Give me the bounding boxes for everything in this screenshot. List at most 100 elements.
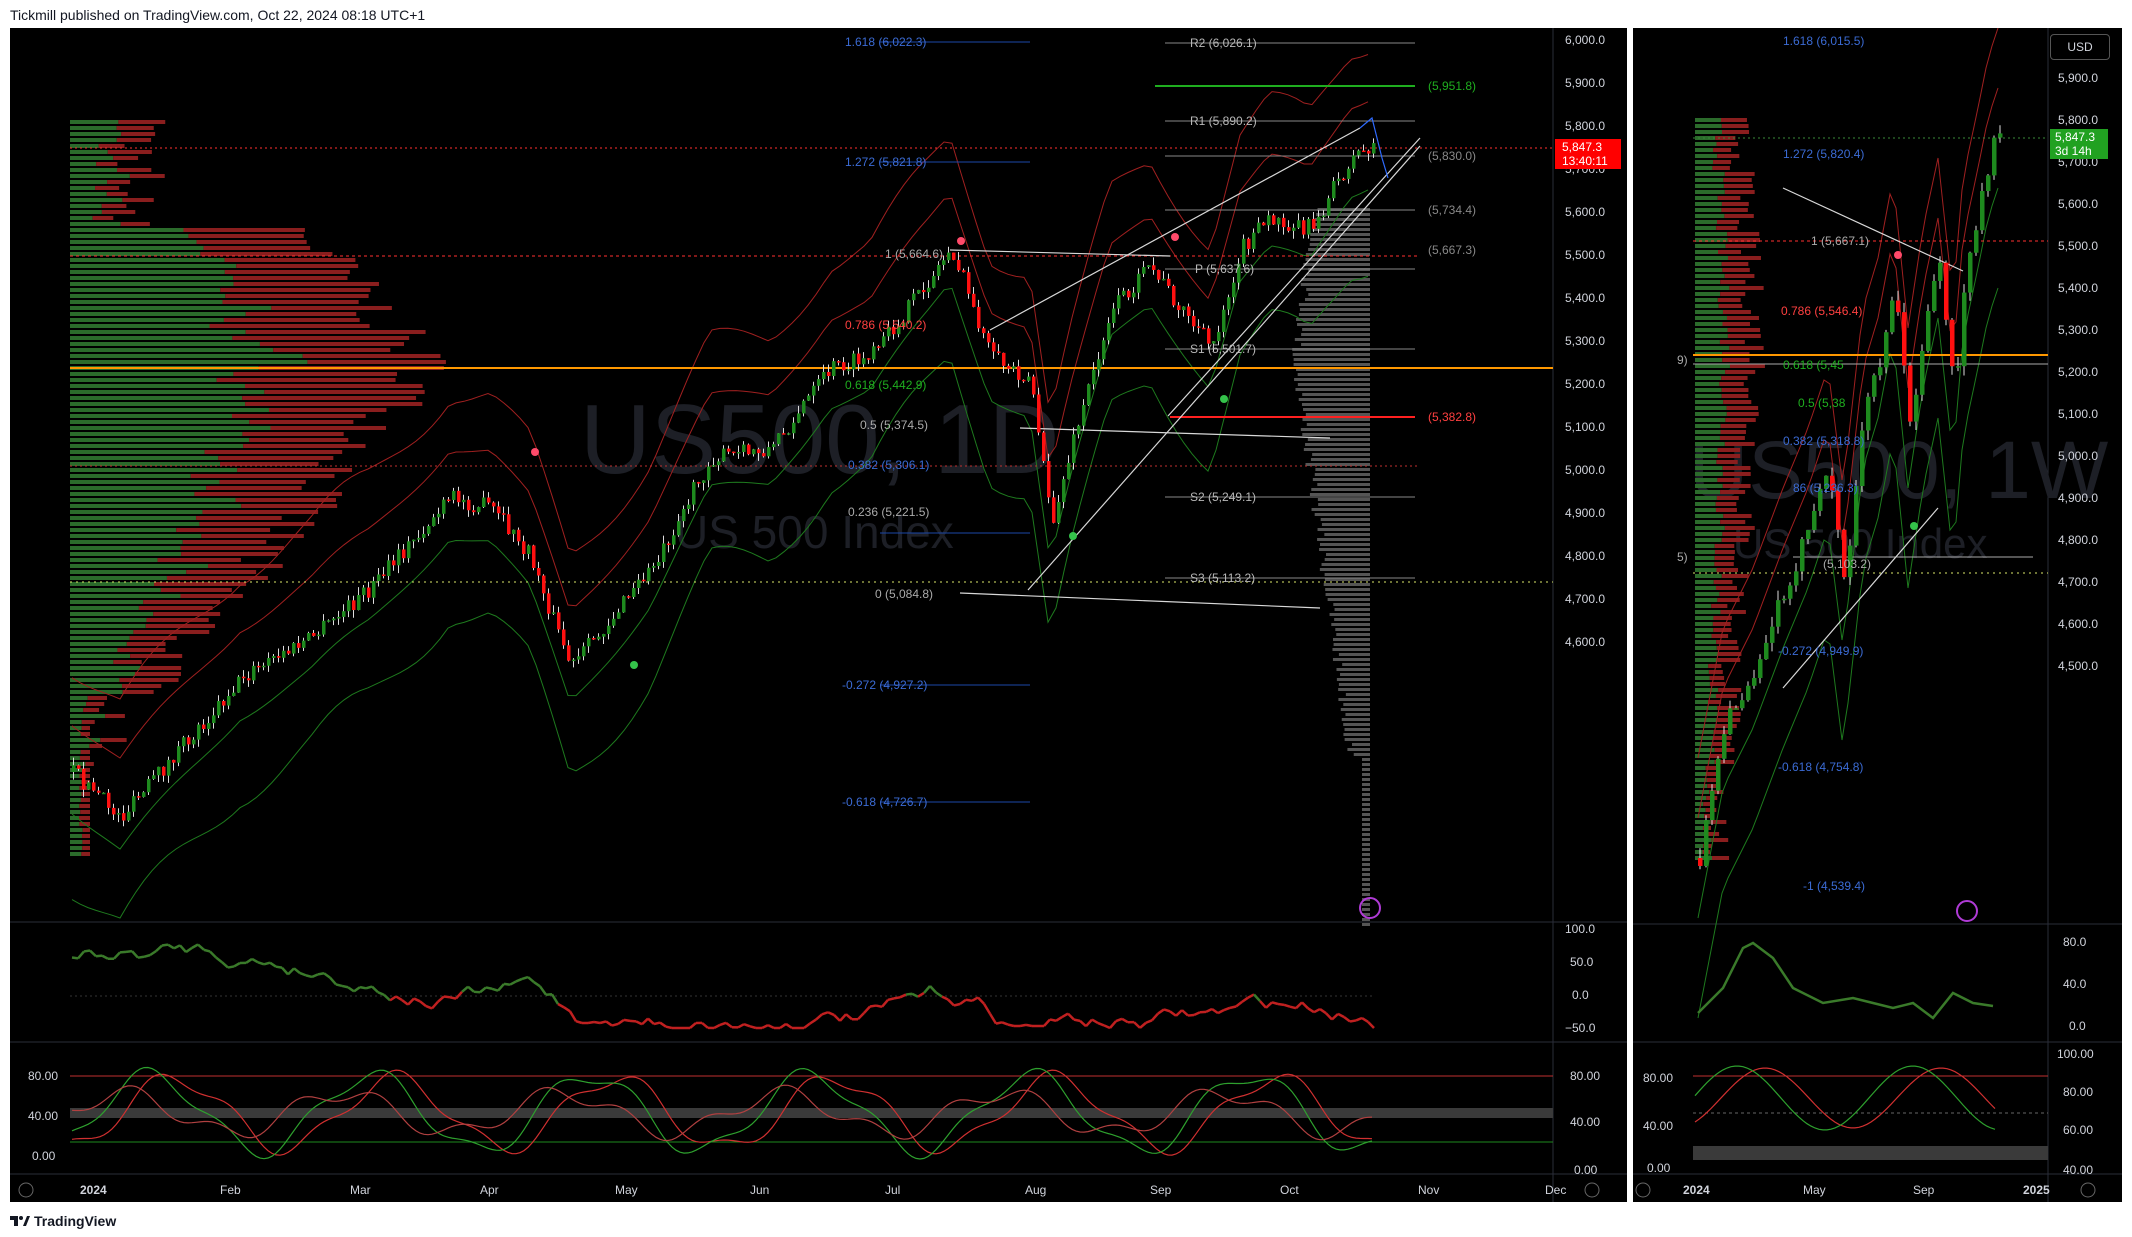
vp-bar-up (1695, 256, 1728, 260)
vp-right-bar (1362, 873, 1370, 876)
vp-bar-up (70, 696, 88, 700)
vp-bar-down (153, 612, 221, 616)
vp-right-bar (1332, 638, 1370, 641)
osc-segment (431, 1000, 439, 1010)
vp-bar-up (1695, 490, 1721, 494)
fib-label: 1.272 (5,820.4) (1783, 147, 1864, 161)
time-axis: 2024 Feb Mar Apr May Jun Jul Aug Sep Oct Nov Dec (80, 1183, 1566, 1197)
vp-bar-up (70, 654, 131, 658)
time-axis-label: May (1803, 1183, 1826, 1197)
vp-bar-down (81, 792, 90, 796)
vp-bar-down (82, 828, 90, 832)
vp-bar-up (1695, 148, 1714, 152)
vp-bar-down (206, 486, 302, 490)
price-axis-label: 5,100.0 (2058, 407, 2098, 421)
osc-segment (1103, 1024, 1111, 1030)
osc-segment (827, 1011, 835, 1017)
vp-bar-up (70, 186, 96, 190)
osc-segment (1025, 1023, 1033, 1028)
vp-bar-down (201, 534, 304, 538)
vp-bar-up (70, 300, 223, 304)
level-label: (5,734.4) (1428, 203, 1476, 217)
osc-segment (101, 954, 109, 960)
candle-body (1002, 352, 1006, 366)
candle-body (382, 574, 386, 576)
pivot-label: P (5,637.6) (1195, 262, 1254, 276)
candle-body (137, 796, 141, 798)
vp-bar-up (70, 786, 80, 790)
candle-body (1127, 290, 1131, 298)
vp-bar-down (1712, 856, 1730, 860)
vp-right-bar (1345, 713, 1370, 716)
candle-body (422, 533, 426, 538)
osc-segment (995, 1021, 1003, 1025)
candle-body (1372, 143, 1376, 154)
candle-body (1800, 539, 1805, 572)
candle-body (507, 514, 511, 535)
candle-body (132, 796, 136, 812)
vp-right-bar (1306, 423, 1370, 426)
vp-bar-up (70, 456, 219, 460)
candle-body (322, 620, 326, 635)
candle-body (972, 293, 976, 307)
candle-body (1082, 405, 1086, 426)
candle-body (1012, 366, 1016, 369)
vp-bar-down (1720, 610, 1746, 614)
weekly-chart-panel[interactable]: USD US500, 1W US 500 Index 1.618 (6,015.… (1633, 27, 2122, 1202)
vp-bar-down (1717, 298, 1741, 302)
candle-body (402, 549, 406, 559)
time-axis-label: Oct (1280, 1183, 1299, 1197)
vp-bar-down (1717, 220, 1740, 224)
candle-body (1317, 216, 1321, 229)
vp-bar-down (1711, 634, 1729, 638)
vp-bar-down (89, 744, 103, 748)
price-axis-label: 5,300.0 (2058, 323, 2098, 337)
vp-bar-down (190, 474, 335, 478)
vp-bar-down (1715, 508, 1737, 512)
candle-body (1222, 309, 1226, 332)
daily-chart-panel[interactable]: US500, 1D US 500 Index 1.618 (6,022.3) 1… (10, 28, 1627, 1202)
vp-right-bar (1317, 498, 1370, 501)
stoch-k (1694, 1067, 1996, 1129)
osc-segment (179, 944, 187, 953)
time-axis-label: Jun (750, 1183, 769, 1197)
vp-bar-down (1717, 454, 1741, 458)
candle-body (1162, 278, 1166, 281)
vp-right-bar (1362, 803, 1370, 806)
vp-right-bar (1362, 883, 1370, 886)
vp-bar-up (1695, 526, 1725, 530)
price-axis-label: 4,800.0 (1565, 549, 1605, 563)
vp-bar-up (1695, 334, 1728, 338)
currency-selector[interactable]: USD (2050, 34, 2110, 60)
vp-bar-down (1727, 232, 1760, 236)
vp-bar-down (249, 438, 349, 442)
candle-body (812, 385, 816, 396)
vp-bar-up (70, 708, 84, 712)
osc-segment (623, 1018, 631, 1023)
vp-bar-up (70, 384, 245, 388)
vp-bar-up (70, 174, 130, 178)
fib-label: 0.382 (5,306.1) (848, 458, 929, 472)
osc-segment (245, 957, 253, 964)
osc-segment (965, 998, 973, 1003)
candle-body (1107, 323, 1111, 341)
candle-body (162, 766, 166, 776)
osc-segment (575, 1020, 583, 1025)
vp-bar-up (1695, 232, 1728, 236)
candle-body (1112, 308, 1116, 324)
candle-body (1746, 685, 1751, 701)
vp-right-bar (1296, 318, 1370, 321)
vp-bar-up (1695, 316, 1727, 320)
vp-bar-up (70, 792, 82, 796)
vp-bar-down (1716, 568, 1739, 572)
vp-bar-down (1716, 640, 1738, 644)
osc-segment (395, 995, 403, 1002)
candle-body (1262, 222, 1266, 226)
vp-bar-down (1713, 160, 1732, 164)
price-axis-label: 5,200.0 (1565, 377, 1605, 391)
vp-right-bar (1301, 403, 1370, 406)
fib-label: 1.618 (6,015.5) (1783, 34, 1864, 48)
vp-bar-down (1724, 526, 1755, 530)
vp-bar-down (270, 426, 387, 430)
vp-bar-up (70, 396, 243, 400)
